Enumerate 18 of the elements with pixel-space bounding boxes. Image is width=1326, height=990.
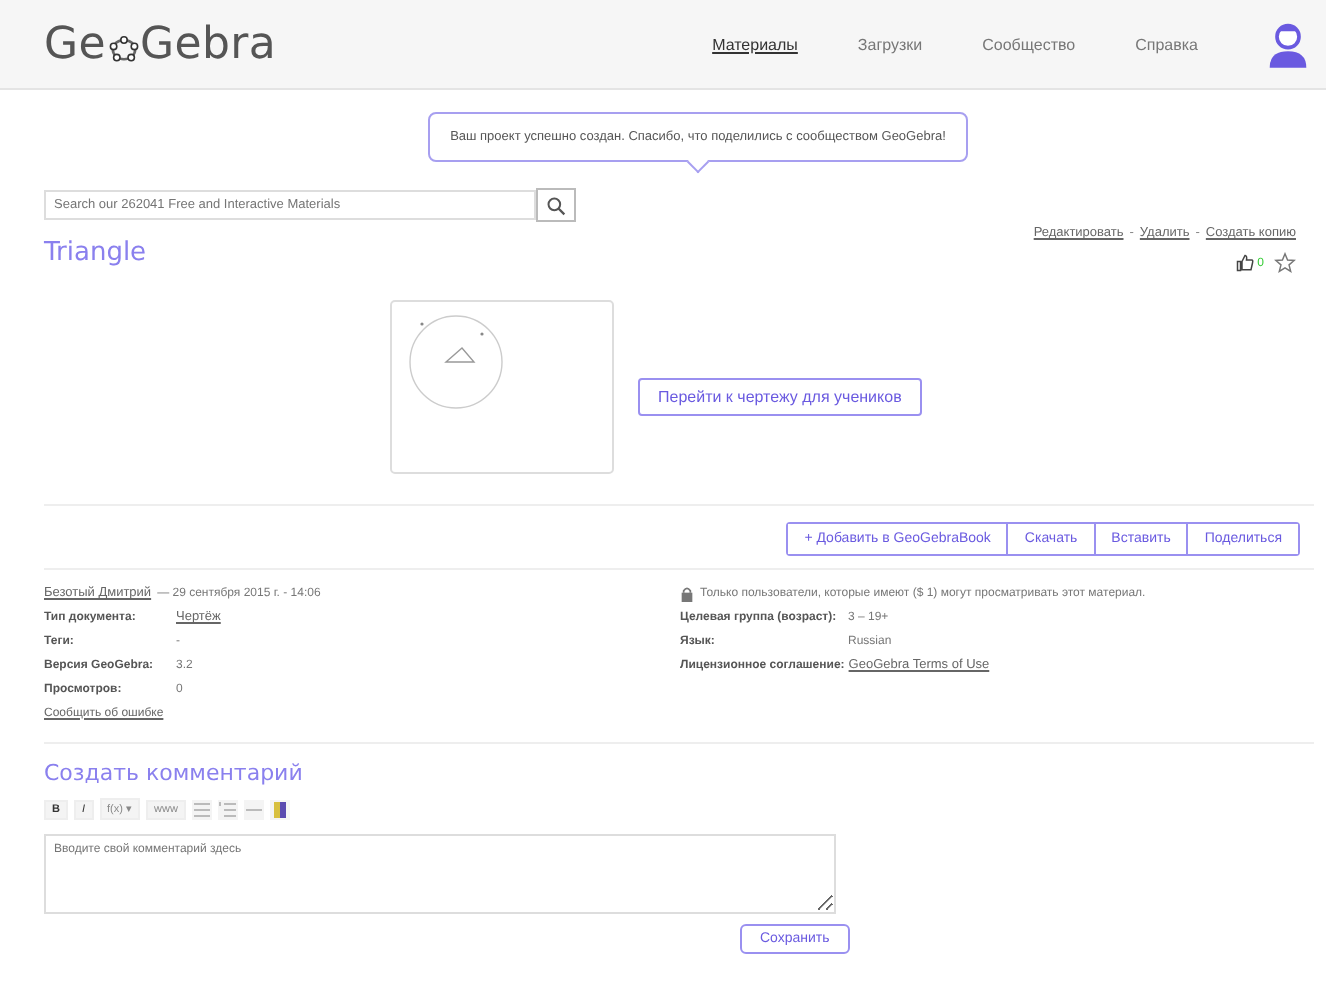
star-icon[interactable]	[1274, 252, 1296, 274]
material-title: Triangle	[44, 238, 147, 272]
open-worksheet-button[interactable]: Перейти к чертежу для учеников	[638, 378, 922, 416]
lock-icon	[680, 585, 694, 601]
logo-text: Gebra	[139, 19, 277, 69]
nav-link[interactable]: Сообщество	[982, 35, 1076, 53]
nav-link[interactable]: Справка	[1135, 35, 1198, 53]
search-button[interactable]	[536, 188, 576, 222]
nav-link[interactable]: Материалы	[712, 35, 798, 53]
search-icon	[546, 195, 566, 215]
flower-logo-icon	[107, 31, 140, 63]
thumbs-up-icon[interactable]	[1235, 254, 1254, 272]
comment-heading: Создать комментарий	[44, 760, 305, 786]
logo-text: Ge	[44, 19, 106, 69]
construction-thumbnail[interactable]	[390, 300, 614, 474]
nav-link[interactable]: Загрузки	[857, 35, 923, 53]
avatar-icon[interactable]	[1266, 20, 1310, 68]
color-picker-icon[interactable]	[269, 799, 290, 819]
